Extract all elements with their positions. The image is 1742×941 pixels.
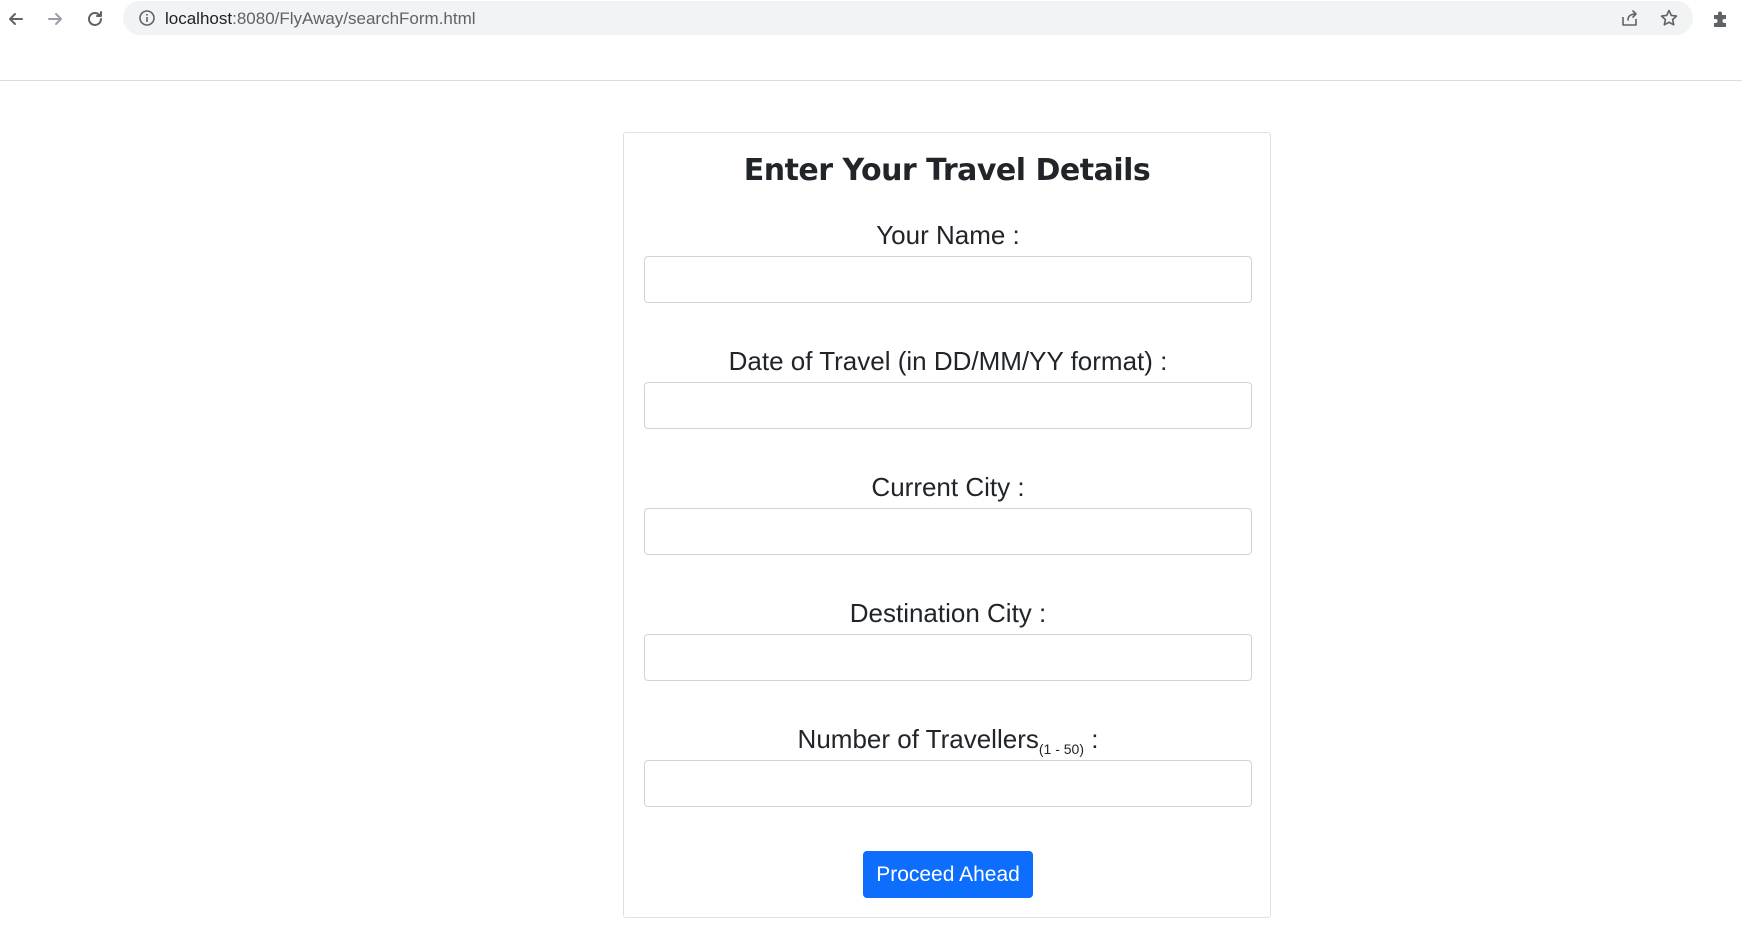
- forward-button[interactable]: [40, 4, 70, 34]
- url-host: localhost: [165, 9, 233, 28]
- back-button[interactable]: [1, 4, 31, 34]
- travellers-label-text: Number of Travellers: [797, 724, 1039, 754]
- puzzle-icon: [1714, 11, 1726, 27]
- travellers-range-hint: (1 - 50): [1038, 741, 1084, 757]
- arrow-right-icon: [48, 13, 62, 25]
- name-label: Your Name :: [876, 220, 1020, 250]
- address-bar[interactable]: localhost:8080/FlyAway/searchForm.html: [123, 1, 1693, 35]
- bookmark-button[interactable]: [1657, 6, 1681, 30]
- date-label: Date of Travel (in DD/MM/YY format) :: [728, 346, 1168, 376]
- destination-city-label: Destination City :: [849, 598, 1047, 628]
- reload-button[interactable]: [80, 4, 110, 34]
- url-path: :8080/FlyAway/searchForm.html: [232, 9, 476, 28]
- arrow-left-icon: [9, 13, 23, 25]
- info-icon: [139, 10, 155, 26]
- travellers-label: Number of Travellers(1 - 50) :: [644, 721, 1252, 757]
- form-title: Enter Your Travel Details: [743, 153, 1151, 188]
- date-input[interactable]: [644, 382, 1252, 429]
- travellers-label-colon: :: [1083, 724, 1099, 754]
- star-icon: [1660, 9, 1678, 26]
- travel-form-card: Enter Your Travel Details Your Name : Da…: [623, 132, 1271, 918]
- destination-city-field-group: Destination City :: [644, 595, 1252, 681]
- current-city-input[interactable]: [644, 508, 1252, 555]
- share-button[interactable]: [1618, 6, 1642, 30]
- url-text: localhost:8080/FlyAway/searchForm.html: [165, 9, 476, 29]
- date-field-group: Date of Travel (in DD/MM/YY format) :: [644, 343, 1252, 429]
- extensions-button[interactable]: [1706, 4, 1736, 34]
- site-info-button[interactable]: [135, 6, 159, 30]
- reload-icon: [88, 11, 102, 26]
- share-icon: [1622, 10, 1637, 26]
- current-city-field-group: Current City :: [644, 469, 1252, 555]
- travellers-field-group: Number of Travellers(1 - 50) :: [644, 721, 1252, 807]
- name-field-group: Your Name :: [644, 217, 1252, 303]
- current-city-label: Current City :: [871, 472, 1025, 502]
- browser-toolbar: localhost:8080/FlyAway/searchForm.html: [0, 0, 1742, 38]
- travellers-input[interactable]: [644, 760, 1252, 807]
- toolbar-divider: [0, 80, 1742, 81]
- proceed-button[interactable]: Proceed Ahead: [863, 851, 1033, 898]
- destination-city-input[interactable]: [644, 634, 1252, 681]
- name-input[interactable]: [644, 256, 1252, 303]
